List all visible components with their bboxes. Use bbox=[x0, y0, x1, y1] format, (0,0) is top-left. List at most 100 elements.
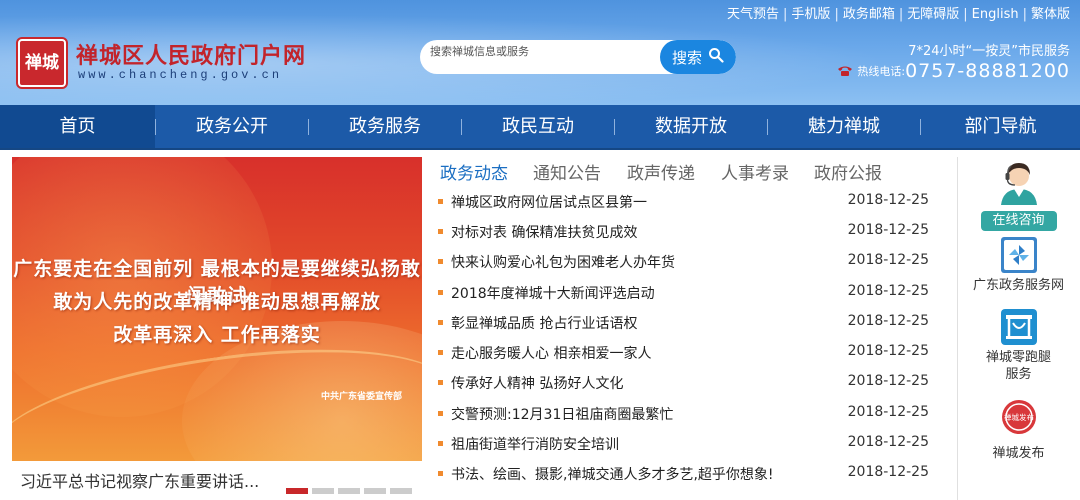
nav-item-home[interactable]: 首页 bbox=[0, 105, 155, 148]
banner-caption-bar: 习近平总书记视察广东重要讲话... bbox=[12, 461, 422, 500]
top-links: 天气预告 | 手机版 | 政务邮箱 | 无障碍版 | English | 繁体版 bbox=[727, 3, 1070, 22]
tab-gov-news[interactable]: 政务动态 bbox=[440, 159, 508, 184]
top-link-mailbox[interactable]: 政务邮箱 bbox=[843, 7, 895, 22]
bullet-icon bbox=[438, 380, 443, 385]
news-title[interactable]: 彰显禅城品质 抢占行业话语权 bbox=[451, 313, 637, 333]
slide-dot[interactable] bbox=[312, 488, 334, 494]
news-item[interactable]: 对标对表 确保精准扶贫见成效 2018-12-25 bbox=[437, 222, 932, 242]
top-link-separator: | bbox=[834, 7, 839, 22]
hotline-number: 0757-88881200 bbox=[905, 60, 1070, 82]
bullet-icon bbox=[438, 441, 443, 446]
quick-services-sidebar: 在线咨询 广东政务服务网 禅城零跑腿 服务 禅城发布 禅城发布 bbox=[957, 157, 1080, 500]
zero-run-icon bbox=[957, 309, 1080, 349]
top-link-accessible[interactable]: 无障碍版 bbox=[907, 7, 959, 22]
top-link-separator: | bbox=[783, 7, 788, 22]
release-badge-text: 禅城发布 bbox=[1004, 412, 1034, 422]
top-link-weather[interactable]: 天气预告 bbox=[727, 7, 779, 22]
logo-seal[interactable]: 禅城 bbox=[16, 37, 68, 89]
news-date: 2018-12-25 bbox=[847, 192, 929, 208]
tab-gov-voice[interactable]: 政声传递 bbox=[627, 159, 695, 184]
hotline: 热线电话:0757-88881200 bbox=[837, 60, 1070, 82]
citizen-service-text: 7*24小时“一按灵”市民服务 bbox=[908, 44, 1070, 59]
logo-seal-text: 禅城 bbox=[18, 39, 66, 87]
bullet-icon bbox=[438, 350, 443, 355]
news-item[interactable]: 祖庙街道举行消防安全培训 2018-12-25 bbox=[437, 434, 932, 454]
chancheng-release-icon: 禅城发布 bbox=[957, 399, 1080, 439]
news-item[interactable]: 2018年度禅城十大新闻评选启动 2018-12-25 bbox=[437, 283, 932, 303]
nav-item-charm-chancheng[interactable]: 魅力禅城 bbox=[768, 105, 920, 148]
hotline-label: 热线电话: bbox=[857, 65, 906, 78]
search-button-label: 搜索 bbox=[671, 48, 702, 67]
news-item[interactable]: 彰显禅城品质 抢占行业话语权 2018-12-25 bbox=[437, 313, 932, 333]
online-consult-button[interactable]: 在线咨询 bbox=[980, 211, 1057, 231]
banner-headline-2: 敢为人先的改革精神 推动思想再解放 bbox=[53, 291, 381, 313]
bullet-icon bbox=[438, 320, 443, 325]
phone-icon bbox=[837, 62, 853, 81]
sidebar-item-gd-gov-service[interactable]: 广东政务服务网 bbox=[957, 237, 1080, 294]
zero-run-label: 禅城零跑腿 服务 bbox=[957, 349, 1080, 383]
news-date: 2018-12-25 bbox=[847, 283, 929, 299]
tab-notices[interactable]: 通知公告 bbox=[533, 159, 601, 184]
site-title[interactable]: 禅城区人民政府门户网 bbox=[76, 38, 306, 70]
news-title[interactable]: 快来认购爱心礼包为困难老人办年货 bbox=[451, 252, 675, 272]
news-title[interactable]: 交警预测:12月31日祖庙商圈最繁忙 bbox=[451, 404, 673, 424]
zero-run-label-line1: 禅城零跑腿 bbox=[985, 350, 1051, 365]
top-link-english[interactable]: English bbox=[972, 7, 1019, 22]
news-title[interactable]: 对标对表 确保精准扶贫见成效 bbox=[451, 222, 637, 242]
banner-org: 中共广东省委宣传部 bbox=[320, 392, 402, 402]
sidebar-item-chancheng-release[interactable]: 禅城发布 禅城发布 bbox=[957, 399, 1080, 462]
top-link-traditional[interactable]: 繁体版 bbox=[1031, 7, 1070, 22]
news-date: 2018-12-25 bbox=[847, 343, 929, 359]
nav-item-interaction[interactable]: 政民互动 bbox=[462, 105, 614, 148]
nav-item-department-nav[interactable]: 部门导航 bbox=[921, 105, 1080, 148]
search-input[interactable] bbox=[430, 42, 660, 60]
bullet-icon bbox=[438, 259, 443, 264]
news-date: 2018-12-25 bbox=[847, 404, 929, 420]
zero-run-label-line2: 服务 bbox=[1005, 367, 1032, 382]
news-title[interactable]: 传承好人精神 弘扬好人文化 bbox=[451, 373, 623, 393]
gd-gov-service-icon bbox=[957, 237, 1080, 277]
top-link-separator: | bbox=[1022, 7, 1027, 22]
news-date: 2018-12-25 bbox=[847, 434, 929, 450]
news-item[interactable]: 快来认购爱心礼包为困难老人办年货 2018-12-25 bbox=[437, 252, 932, 272]
chancheng-release-label: 禅城发布 bbox=[992, 446, 1045, 461]
news-title[interactable]: 走心服务暖人心 相亲相爱一家人 bbox=[451, 343, 651, 363]
news-date: 2018-12-25 bbox=[847, 313, 929, 329]
top-link-separator: | bbox=[963, 7, 968, 22]
nav-item-open-data[interactable]: 数据开放 bbox=[615, 105, 767, 148]
news-title[interactable]: 2018年度禅城十大新闻评选启动 bbox=[451, 283, 655, 303]
news-date: 2018-12-25 bbox=[847, 222, 929, 238]
news-item[interactable]: 交警预测:12月31日祖庙商圈最繁忙 2018-12-25 bbox=[437, 404, 932, 424]
slide-dot-active[interactable] bbox=[286, 488, 308, 494]
news-title[interactable]: 禅城区政府网位居试点区县第一 bbox=[451, 192, 647, 212]
customer-service-icon bbox=[957, 159, 1080, 209]
search-box: 搜索 bbox=[420, 40, 736, 74]
top-link-mobile[interactable]: 手机版 bbox=[791, 7, 830, 22]
banner-caption[interactable]: 习近平总书记视察广东重要讲话... bbox=[20, 468, 259, 492]
news-item[interactable]: 书法、绘画、摄影,禅城交通人多才多艺,超乎你想象! 2018-12-25 bbox=[437, 464, 932, 484]
news-item[interactable]: 禅城区政府网位居试点区县第一 2018-12-25 bbox=[437, 192, 932, 212]
sidebar-item-online-consult[interactable]: 在线咨询 bbox=[957, 159, 1080, 231]
slide-dot[interactable] bbox=[338, 488, 360, 494]
bullet-icon bbox=[438, 411, 443, 416]
slide-dot[interactable] bbox=[390, 488, 412, 494]
tab-personnel[interactable]: 人事考录 bbox=[721, 159, 789, 184]
banner-slide[interactable]: 广东要走在全国前列 最根本的是要继续弘扬敢闯敢试 敢为人先的改革精神 推动思想再… bbox=[12, 157, 422, 461]
tab-gazette[interactable]: 政府公报 bbox=[814, 159, 882, 184]
slide-indicators bbox=[286, 479, 416, 498]
nav-item-gov-services[interactable]: 政务服务 bbox=[309, 105, 461, 148]
news-item[interactable]: 走心服务暖人心 相亲相爱一家人 2018-12-25 bbox=[437, 343, 932, 363]
news-title[interactable]: 书法、绘画、摄影,禅城交通人多才多艺,超乎你想象! bbox=[451, 464, 774, 484]
slide-dot[interactable] bbox=[364, 488, 386, 494]
search-button[interactable]: 搜索 bbox=[660, 40, 736, 74]
bullet-icon bbox=[438, 290, 443, 295]
news-title[interactable]: 祖庙街道举行消防安全培训 bbox=[451, 434, 619, 454]
site-url: www.chancheng.gov.cn bbox=[78, 68, 283, 82]
gd-gov-service-label: 广东政务服务网 bbox=[972, 278, 1064, 293]
news-date: 2018-12-25 bbox=[847, 373, 929, 389]
sidebar-item-zero-run[interactable]: 禅城零跑腿 服务 bbox=[957, 309, 1080, 383]
bullet-icon bbox=[438, 199, 443, 204]
news-item[interactable]: 传承好人精神 弘扬好人文化 2018-12-25 bbox=[437, 373, 932, 393]
nav-item-gov-affairs-open[interactable]: 政务公开 bbox=[156, 105, 308, 148]
top-link-separator: | bbox=[898, 7, 904, 22]
